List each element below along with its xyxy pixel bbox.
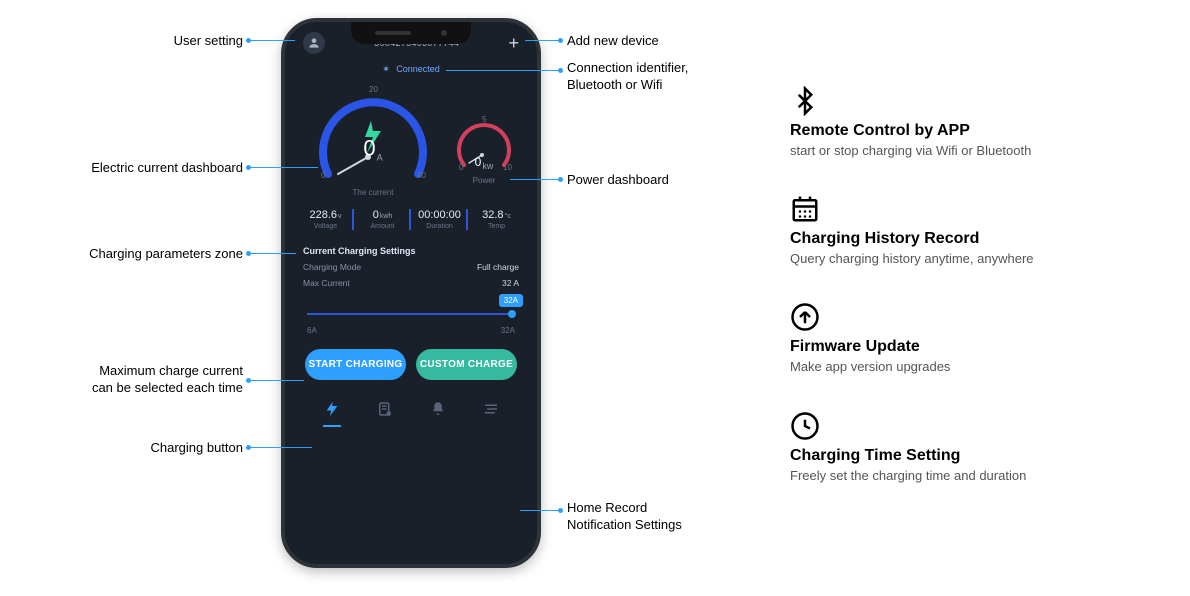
leader (510, 179, 561, 180)
leader (446, 70, 561, 71)
nav-notification[interactable] (429, 400, 447, 421)
tick-left: 0 (459, 163, 463, 172)
param-temp: 32.8°cTemp (466, 209, 521, 230)
tick-top: 20 (369, 85, 378, 94)
start-charging-button[interactable]: START CHARGING (305, 349, 406, 380)
param-amount: 0kwhAmount (352, 209, 407, 230)
clock-icon (790, 411, 820, 441)
nav-settings[interactable] (482, 400, 500, 421)
tick-left: 0 (321, 171, 325, 180)
row-charging-mode: Charging ModeFull charge (303, 262, 519, 272)
nav-record[interactable] (376, 400, 394, 421)
user-icon (307, 36, 321, 50)
menu-icon (482, 400, 500, 418)
bottom-nav (297, 400, 525, 421)
param-duration: 00:00:00Duration (409, 209, 464, 230)
tick-right: 10 (503, 163, 512, 172)
callout-add-device: Add new device (567, 33, 659, 48)
tick-right: 40 (417, 171, 426, 180)
feature-list: Remote Control by APP start or stop char… (790, 86, 1160, 519)
feature-history: Charging History Record Query charging h… (790, 194, 1160, 268)
nav-home[interactable] (323, 400, 341, 421)
current-value: 0A (363, 135, 382, 162)
connection-label: Connected (396, 64, 440, 74)
callout-params-zone: Charging parameters zone (0, 246, 243, 261)
leader (248, 40, 295, 41)
current-gauge: 20 0 40 0A The current (303, 79, 443, 199)
feature-title: Firmware Update (790, 338, 1160, 356)
feature-title: Charging Time Setting (790, 447, 1160, 465)
feature-remote-control: Remote Control by APP start or stop char… (790, 86, 1160, 160)
leader (248, 167, 318, 168)
power-gauge: 5 0 10 0kw Power (449, 113, 519, 193)
callout-current-dash: Electric current dashboard (0, 160, 243, 175)
phone-mockup: 3004275406077744 + ✶ Connected 20 0 (281, 18, 541, 568)
slider-badge: 32A (499, 294, 523, 307)
custom-charge-button[interactable]: CUSTOM CHARGE (416, 349, 517, 380)
bluetooth-icon: ✶ (382, 64, 390, 74)
leader (248, 253, 296, 254)
leader (248, 447, 312, 448)
params-zone: 228.6vVoltage 0kwhAmount 00:00:00Duratio… (301, 209, 521, 230)
upload-icon (790, 302, 820, 332)
max-current-slider[interactable]: 32A (307, 306, 515, 322)
add-device-button[interactable]: + (508, 34, 519, 52)
feature-title: Charging History Record (790, 230, 1160, 248)
row-max-current: Max Current32 A (303, 278, 519, 288)
callout-connection: Connection identifier, Bluetooth or Wifi (567, 60, 688, 94)
settings-title: Current Charging Settings (303, 246, 519, 256)
feature-desc: Make app version upgrades (790, 358, 1160, 376)
feature-desc: Query charging history anytime, anywhere (790, 250, 1160, 268)
callout-power-dash: Power dashboard (567, 172, 669, 187)
leader (520, 510, 561, 511)
callout-charge-btn: Charging button (0, 440, 243, 455)
feature-title: Remote Control by APP (790, 122, 1160, 140)
leader (525, 40, 561, 41)
bell-icon (429, 400, 447, 418)
record-icon (376, 400, 394, 418)
leader (248, 380, 304, 381)
feature-desc: Freely set the charging time and duratio… (790, 467, 1160, 485)
app-screen: 3004275406077744 + ✶ Connected 20 0 (285, 22, 537, 564)
callout-nav: Home Record Notification Settings (567, 500, 682, 534)
param-voltage: 228.6vVoltage (301, 209, 350, 230)
user-setting-button[interactable] (303, 32, 325, 54)
feature-desc: start or stop charging via Wifi or Bluet… (790, 142, 1160, 160)
phone-notch (351, 22, 471, 44)
feature-firmware: Firmware Update Make app version upgrade… (790, 302, 1160, 376)
tick-top: 5 (482, 115, 486, 124)
calendar-icon (790, 194, 820, 224)
feature-time-setting: Charging Time Setting Freely set the cha… (790, 411, 1160, 485)
bluetooth-icon (790, 86, 820, 116)
bolt-icon (323, 400, 341, 418)
power-value: 0kw (475, 154, 494, 170)
slider-range: 6A 32A (307, 326, 515, 335)
callout-user-setting: User setting (0, 33, 243, 48)
callout-max-current: Maximum charge current can be selected e… (0, 363, 243, 397)
